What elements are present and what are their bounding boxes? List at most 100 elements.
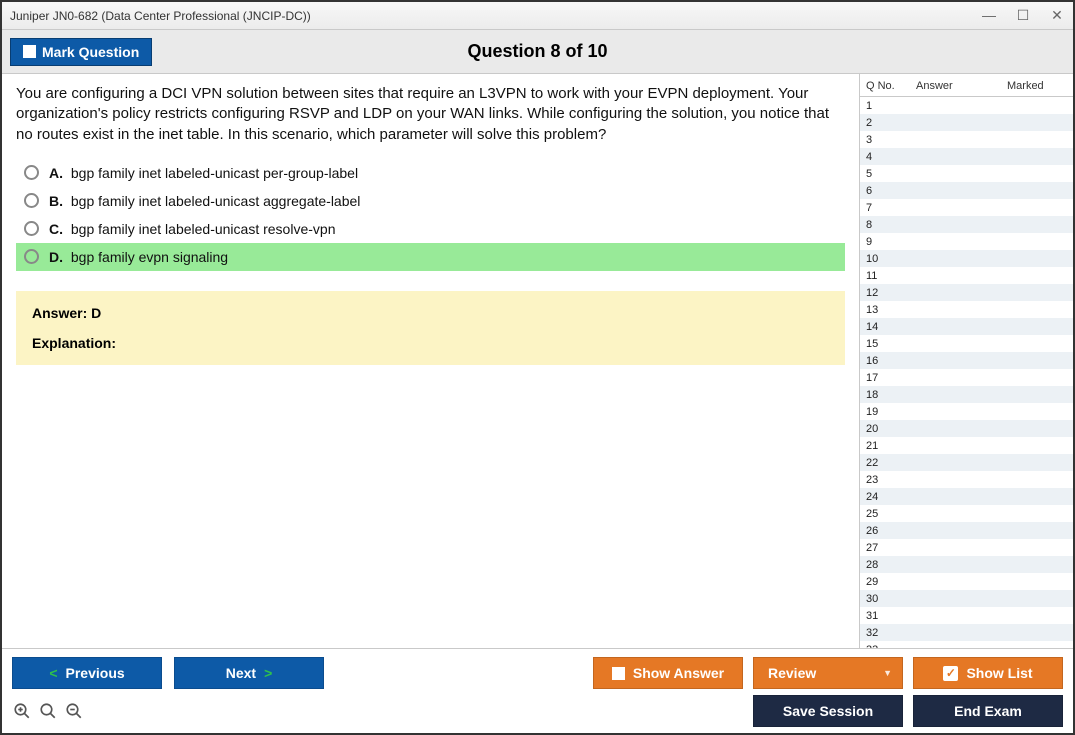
question-row[interactable]: 18: [860, 386, 1073, 403]
question-row[interactable]: 3: [860, 131, 1073, 148]
question-row[interactable]: 22: [860, 454, 1073, 471]
radio-icon: [24, 193, 39, 208]
row-number: 18: [866, 389, 890, 401]
zoom-in-icon[interactable]: [12, 701, 32, 721]
row-number: 12: [866, 287, 890, 299]
question-row[interactable]: 15: [860, 335, 1073, 352]
row-number: 6: [866, 185, 890, 197]
question-row[interactable]: 26: [860, 522, 1073, 539]
question-row[interactable]: 14: [860, 318, 1073, 335]
row-number: 21: [866, 440, 890, 452]
row-number: 17: [866, 372, 890, 384]
question-row[interactable]: 30: [860, 590, 1073, 607]
question-row[interactable]: 9: [860, 233, 1073, 250]
toolbar: Mark Question Question 8 of 10: [2, 30, 1073, 74]
question-row[interactable]: 2: [860, 114, 1073, 131]
row-number: 29: [866, 576, 890, 588]
question-row[interactable]: 20: [860, 420, 1073, 437]
option-text: D. bgp family evpn signaling: [49, 249, 228, 265]
row-number: 3: [866, 134, 890, 146]
option-text: A. bgp family inet labeled-unicast per-g…: [49, 165, 358, 181]
mark-question-button[interactable]: Mark Question: [10, 38, 152, 66]
end-exam-button[interactable]: End Exam: [913, 695, 1063, 727]
save-session-button[interactable]: Save Session: [753, 695, 903, 727]
question-row[interactable]: 33: [860, 641, 1073, 648]
explanation-label: Explanation:: [32, 335, 829, 351]
question-row[interactable]: 10: [860, 250, 1073, 267]
question-row[interactable]: 17: [860, 369, 1073, 386]
row-number: 22: [866, 457, 890, 469]
main-panel: You are configuring a DCI VPN solution b…: [2, 74, 859, 648]
row-number: 1: [866, 100, 890, 112]
option-A[interactable]: A. bgp family inet labeled-unicast per-g…: [16, 159, 845, 187]
question-row[interactable]: 11: [860, 267, 1073, 284]
question-row[interactable]: 21: [860, 437, 1073, 454]
row-number: 28: [866, 559, 890, 571]
close-button[interactable]: ✕: [1049, 7, 1065, 24]
row-number: 10: [866, 253, 890, 265]
chevron-left-icon: <: [49, 665, 57, 681]
row-number: 30: [866, 593, 890, 605]
question-row[interactable]: 32: [860, 624, 1073, 641]
footer: < Previous Next > Show Answer Review ▼ ✓…: [2, 648, 1073, 733]
sidebar-list[interactable]: 1234567891011121314151617181920212223242…: [860, 97, 1073, 648]
minimize-button[interactable]: —: [981, 7, 997, 24]
window-title: Juniper JN0-682 (Data Center Professiona…: [10, 9, 981, 23]
answer-label: Answer: D: [32, 305, 829, 321]
sidebar-header: Q No. Answer Marked: [860, 74, 1073, 97]
radio-icon: [24, 165, 39, 180]
question-row[interactable]: 31: [860, 607, 1073, 624]
question-row[interactable]: 4: [860, 148, 1073, 165]
next-button[interactable]: Next >: [174, 657, 324, 689]
question-row[interactable]: 7: [860, 199, 1073, 216]
question-row[interactable]: 27: [860, 539, 1073, 556]
question-row[interactable]: 1: [860, 97, 1073, 114]
titlebar: Juniper JN0-682 (Data Center Professiona…: [2, 2, 1073, 30]
question-row[interactable]: 29: [860, 573, 1073, 590]
zoom-reset-icon[interactable]: [38, 701, 58, 721]
option-B[interactable]: B. bgp family inet labeled-unicast aggre…: [16, 187, 845, 215]
row-number: 15: [866, 338, 890, 350]
previous-label: Previous: [66, 665, 125, 681]
row-number: 23: [866, 474, 890, 486]
previous-button[interactable]: < Previous: [12, 657, 162, 689]
question-counter: Question 8 of 10: [2, 41, 1073, 62]
row-number: 24: [866, 491, 890, 503]
row-number: 2: [866, 117, 890, 129]
question-row[interactable]: 19: [860, 403, 1073, 420]
question-row[interactable]: 13: [860, 301, 1073, 318]
question-row[interactable]: 23: [860, 471, 1073, 488]
question-row[interactable]: 24: [860, 488, 1073, 505]
question-row[interactable]: 5: [860, 165, 1073, 182]
question-row[interactable]: 12: [860, 284, 1073, 301]
zoom-out-icon[interactable]: [64, 701, 84, 721]
checkbox-checked-icon: ✓: [943, 666, 958, 681]
row-number: 31: [866, 610, 890, 622]
question-row[interactable]: 28: [860, 556, 1073, 573]
row-number: 25: [866, 508, 890, 520]
show-list-button[interactable]: ✓ Show List: [913, 657, 1063, 689]
row-number: 11: [866, 270, 890, 282]
row-number: 32: [866, 627, 890, 639]
review-dropdown[interactable]: Review ▼: [753, 657, 903, 689]
question-list-sidebar: Q No. Answer Marked 12345678910111213141…: [859, 74, 1073, 648]
question-row[interactable]: 25: [860, 505, 1073, 522]
option-C[interactable]: C. bgp family inet labeled-unicast resol…: [16, 215, 845, 243]
row-number: 14: [866, 321, 890, 333]
show-list-label: Show List: [966, 665, 1032, 681]
question-row[interactable]: 6: [860, 182, 1073, 199]
option-D[interactable]: D. bgp family evpn signaling: [16, 243, 845, 271]
radio-icon: [24, 249, 39, 264]
show-answer-button[interactable]: Show Answer: [593, 657, 743, 689]
options-list: A. bgp family inet labeled-unicast per-g…: [16, 159, 845, 271]
header-marked: Marked: [1007, 80, 1067, 92]
end-exam-label: End Exam: [954, 703, 1022, 719]
question-row[interactable]: 16: [860, 352, 1073, 369]
mark-question-label: Mark Question: [42, 44, 139, 60]
row-number: 27: [866, 542, 890, 554]
window-controls: — ☐ ✕: [981, 7, 1065, 24]
option-text: B. bgp family inet labeled-unicast aggre…: [49, 193, 360, 209]
maximize-button[interactable]: ☐: [1015, 7, 1031, 24]
row-number: 4: [866, 151, 890, 163]
question-row[interactable]: 8: [860, 216, 1073, 233]
